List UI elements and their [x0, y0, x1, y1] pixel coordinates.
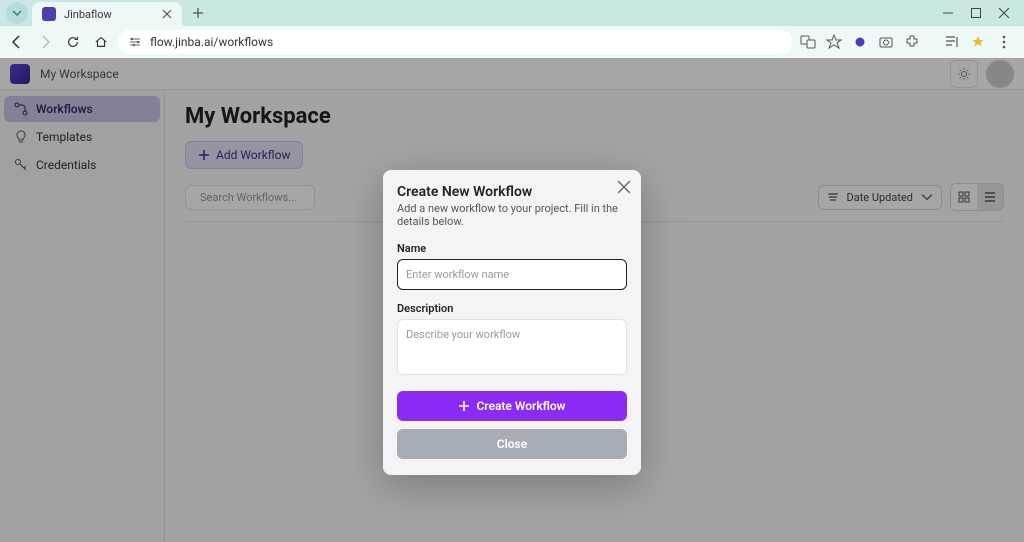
camera-icon[interactable]: [878, 34, 894, 50]
app-root: My Workspace Workflows Templates Credent…: [0, 58, 1024, 542]
new-tab-button[interactable]: [188, 3, 208, 23]
dialog-subtitle: Add a new workflow to your project. Fill…: [397, 202, 627, 228]
plus-icon: [192, 7, 204, 19]
extension-icons: [800, 34, 1016, 50]
browser-tabstrip: Jinbaflow: [0, 0, 1024, 26]
translate-icon[interactable]: [800, 34, 816, 50]
back-button[interactable]: [8, 33, 26, 51]
browser-tab[interactable]: Jinbaflow: [32, 2, 182, 26]
create-workflow-dialog: Create New Workflow Add a new workflow t…: [383, 170, 641, 475]
window-controls: [942, 4, 1024, 23]
extension-gear-icon[interactable]: [852, 34, 868, 50]
bookmark-icon[interactable]: [826, 34, 842, 50]
reload-button[interactable]: [64, 33, 82, 51]
url-text: flow.jinba.ai/workflows: [150, 35, 273, 49]
name-label: Name: [397, 242, 627, 255]
create-button-label: Create Workflow: [476, 399, 565, 413]
modal-overlay[interactable]: Create New Workflow Add a new workflow t…: [0, 58, 1024, 542]
address-bar[interactable]: flow.jinba.ai/workflows: [118, 30, 792, 54]
chevron-down-icon: [12, 8, 22, 18]
extensions-icon[interactable]: [904, 34, 920, 50]
tab-title: Jinbaflow: [64, 8, 154, 21]
browser-toolbar: flow.jinba.ai/workflows: [0, 26, 1024, 58]
home-button[interactable]: [92, 33, 110, 51]
minimize-button[interactable]: [942, 4, 954, 23]
create-workflow-button[interactable]: Create Workflow: [397, 391, 627, 421]
workflow-description-input[interactable]: [397, 319, 627, 375]
close-icon[interactable]: [617, 180, 631, 194]
close-window-button[interactable]: [998, 4, 1010, 23]
description-label: Description: [397, 302, 627, 315]
close-icon[interactable]: [162, 9, 172, 19]
forward-button[interactable]: [36, 33, 54, 51]
tab-search-button[interactable]: [6, 2, 28, 24]
maximize-button[interactable]: [970, 4, 982, 23]
plus-icon: [458, 400, 470, 412]
close-button[interactable]: Close: [397, 429, 627, 459]
workflow-name-input[interactable]: [397, 259, 627, 290]
favicon-icon: [42, 7, 56, 21]
close-button-label: Close: [497, 437, 527, 451]
reading-list-icon[interactable]: [944, 34, 960, 50]
kebab-menu-icon[interactable]: [996, 34, 1012, 50]
site-settings-icon[interactable]: [128, 35, 142, 49]
extension-star-icon[interactable]: [970, 34, 986, 50]
nav-buttons: [8, 33, 110, 51]
dialog-title: Create New Workflow: [397, 184, 627, 200]
